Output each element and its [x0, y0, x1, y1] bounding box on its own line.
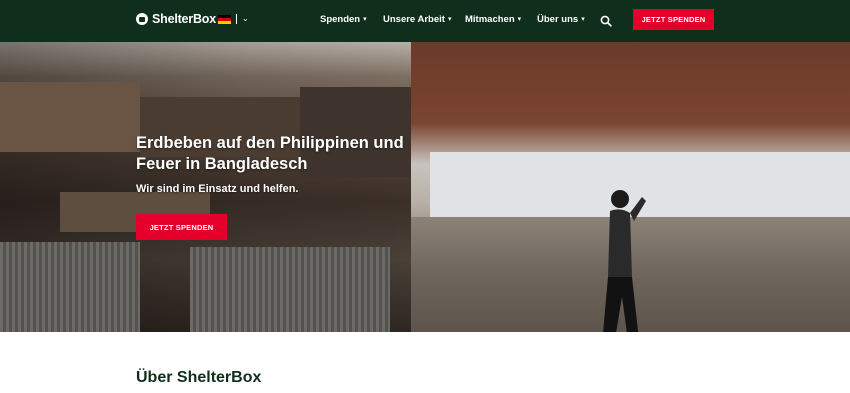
search-icon[interactable] [600, 14, 612, 27]
chevron-down-icon: ⌄ [242, 14, 249, 23]
hero-donate-button[interactable]: JETZT SPENDEN [136, 214, 227, 240]
nav-item-label: Unsere Arbeit [383, 14, 445, 25]
nav-item-spenden[interactable]: Spenden ▾ [320, 14, 367, 25]
nav-item-mitmachen[interactable]: Mitmachen ▾ [465, 14, 521, 25]
chevron-down-icon: ▾ [517, 16, 522, 23]
nav-item-unsere-arbeit[interactable]: Unsere Arbeit ▾ [383, 14, 451, 25]
chevron-down-icon: ▾ [363, 16, 367, 23]
hero-title: Erdbeben auf den Philippinen und Feuer i… [136, 134, 404, 173]
language-divider [236, 14, 237, 24]
person-silhouette [603, 190, 646, 332]
nav-item-label: Spenden [320, 14, 361, 25]
site-header: ShelterBox ⌄ Spenden ▾ Unsere Arbeit ▾ M… [0, 0, 850, 42]
about-section-title: Über ShelterBox [136, 369, 262, 386]
chevron-down-icon: ▾ [447, 16, 452, 23]
german-flag-icon [218, 14, 231, 24]
hero-subtitle: Wir sind im Einsatz und helfen. [136, 183, 299, 195]
brand-logo[interactable]: ShelterBox [136, 12, 216, 26]
shelterbox-logo-icon [136, 13, 148, 25]
nav-item-label: Über uns [537, 14, 579, 25]
hero-banner: Erdbeben auf den Philippinen und Feuer i… [0, 42, 850, 332]
donate-now-button[interactable]: JETZT SPENDEN [633, 9, 714, 30]
nav-item-ueber-uns[interactable]: Über uns ▾ [537, 14, 585, 25]
chevron-down-icon: ▾ [581, 16, 585, 23]
brand-name: ShelterBox [152, 12, 216, 26]
hero-text-block: Erdbeben auf den Philippinen und Feuer i… [136, 133, 436, 195]
nav-item-label: Mitmachen [465, 14, 515, 25]
language-selector[interactable]: ⌄ [218, 14, 249, 24]
